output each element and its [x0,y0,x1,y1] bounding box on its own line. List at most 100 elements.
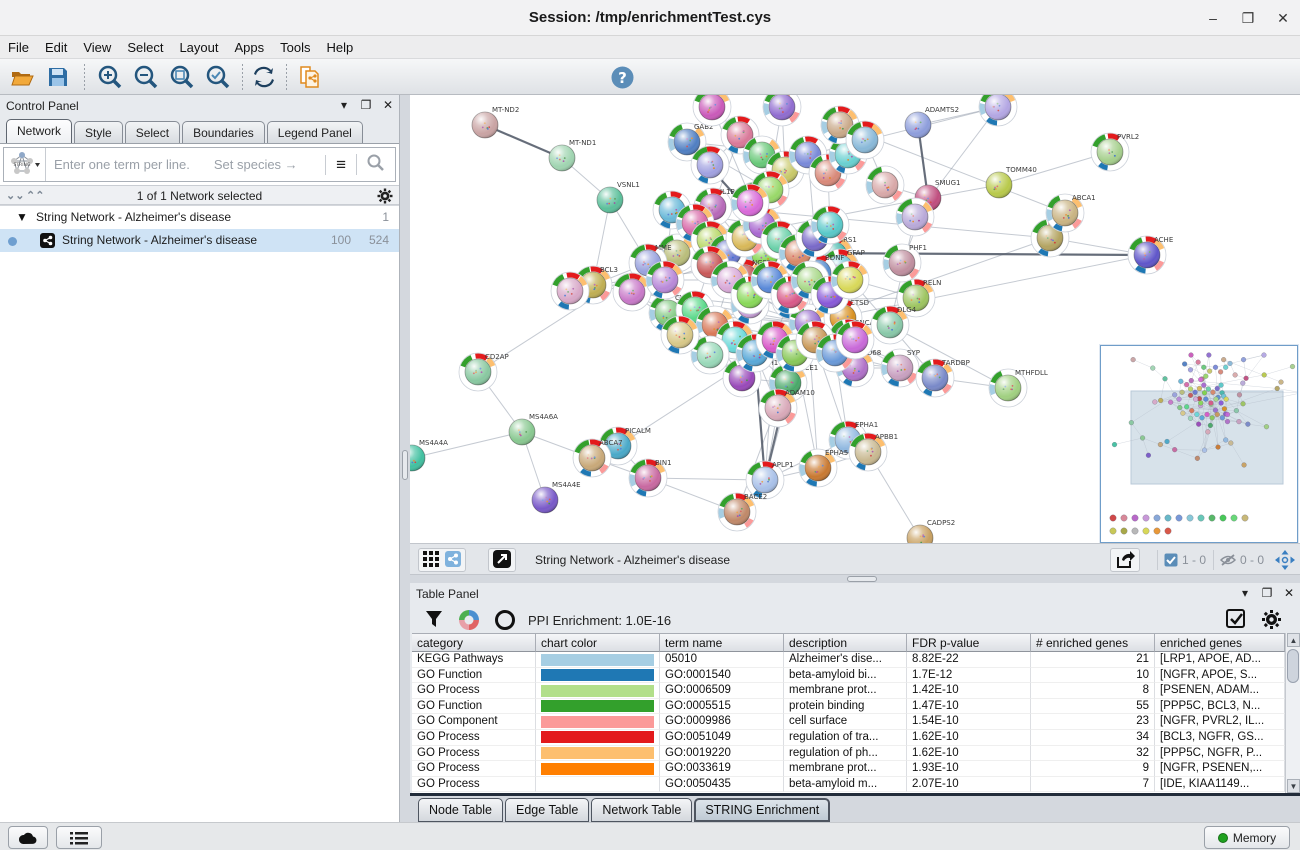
cell-category: GO Process [412,683,536,699]
birds-eye-toggle-icon[interactable] [1274,549,1296,574]
table-panel-close-icon[interactable]: ✕ [1282,586,1296,600]
detach-view-icon[interactable] [493,550,511,571]
scrollbar-thumb[interactable] [1287,649,1299,683]
tab-node-table[interactable]: Node Table [418,798,503,822]
network-canvas[interactable]: MT-ND2MT-ND1VSNL1GAB2ADAMTS2PVRL2TOMM40S… [410,95,1300,543]
tab-boundaries[interactable]: Boundaries [182,121,265,143]
column-header[interactable]: enriched genes [1155,633,1285,652]
zoom-out-icon[interactable] [130,62,162,92]
svg-text:RELN: RELN [923,279,941,287]
panel-close-icon[interactable]: ✕ [381,98,395,112]
panel-menu-icon[interactable]: ▾ [337,98,351,112]
grid-view-icon[interactable] [423,551,439,570]
column-header[interactable]: description [784,633,907,652]
string-search-icon[interactable] [356,154,395,175]
menu-select[interactable]: Select [119,36,171,55]
current-network-dot [8,237,17,246]
table-row[interactable]: GO FunctionGO:0001540beta-amyloid bi...1… [412,668,1285,684]
string-logo-dropdown[interactable]: STRING [4,148,46,181]
scroll-down-arrow[interactable]: ▼ [1287,779,1300,793]
column-header[interactable]: # enriched genes [1031,633,1155,652]
table-scrollbar[interactable]: ▲ ▼ [1285,633,1300,793]
menu-view[interactable]: View [75,36,119,55]
tab-style[interactable]: Style [74,121,123,143]
string-query-placeholder[interactable]: Enter one term per line. [54,157,190,172]
enrichment-table[interactable]: categorychart colorterm namedescriptionF… [412,633,1285,793]
network-selected-status: 1 of 1 Network selected [0,189,399,203]
cloud-button[interactable] [8,826,48,849]
table-settings-gear-icon[interactable] [1261,609,1282,633]
memory-button[interactable]: Memory [1204,826,1290,849]
tab-network-table[interactable]: Network Table [591,798,692,822]
menu-edit[interactable]: Edit [37,36,75,55]
table-row[interactable]: GO ProcessGO:0019220regulation of ph...1… [412,746,1285,762]
table-row[interactable]: GO FunctionGO:0005515protein binding1.47… [412,699,1285,715]
maximize-button[interactable]: ❐ [1235,8,1261,28]
zoom-in-icon[interactable] [94,62,126,92]
table-row[interactable]: KEGG Pathways05010Alzheimer's dise...8.8… [412,652,1285,668]
column-header[interactable]: FDR p-value [907,633,1031,652]
column-header[interactable]: term name [660,633,784,652]
select-rows-checkbox-icon[interactable] [1226,609,1246,632]
save-session-button[interactable] [42,62,74,92]
scroll-up-arrow[interactable]: ▲ [1287,633,1300,647]
table-row[interactable]: GO ComponentGO:0009986cell surface1.54E-… [412,714,1285,730]
tab-edge-table[interactable]: Edge Table [505,798,589,822]
table-panel-menu-icon[interactable]: ▾ [1238,586,1252,600]
chart-color-icon[interactable] [458,609,480,634]
ppi-enrichment-value: PPI Enrichment: 1.0E-16 [528,613,671,628]
table-splitter-grip[interactable] [847,576,877,582]
task-list-button[interactable] [56,826,102,849]
network-navigator[interactable] [1100,345,1298,543]
table-row[interactable]: GO ProcessGO:0051049regulation of tra...… [412,730,1285,746]
menu-help[interactable]: Help [319,36,362,55]
ring-chart-icon[interactable] [494,609,516,634]
export-network-icon[interactable] [1110,548,1140,572]
tab-select[interactable]: Select [125,121,180,143]
cell-genes: [PPP5C, BCL3, N... [1155,699,1285,715]
panel-float-icon[interactable]: ❐ [359,98,373,112]
splitter-grip[interactable] [402,450,408,480]
table-row[interactable]: GO ProcessGO:0033619membrane prot...1.93… [412,761,1285,777]
chart-color-swatch [536,714,660,730]
network-panel-gear-icon[interactable] [377,188,393,207]
table-panel-header: Table Panel ▾ ❐ ✕ [410,583,1300,605]
menu-apps[interactable]: Apps [227,36,273,55]
close-button[interactable]: ✕ [1270,8,1296,28]
menu-layout[interactable]: Layout [171,36,226,55]
table-splitter[interactable] [410,575,1300,583]
open-file-button[interactable] [6,62,38,92]
cell-term: GO:0019220 [660,746,784,762]
collection-row[interactable]: ▼ String Network - Alzheimer's disease 1 [0,206,399,229]
table-row[interactable]: GO ProcessGO:0050435beta-amyloid m...2.0… [412,777,1285,793]
column-header[interactable]: category [412,633,536,652]
refresh-icon[interactable] [248,62,280,92]
help-icon[interactable]: ? [606,62,638,92]
cell-description: cell surface [784,714,907,730]
filter-icon[interactable] [424,609,444,632]
minimize-button[interactable]: – [1200,8,1226,28]
menu-file[interactable]: File [0,36,37,55]
clone-network-icon[interactable] [294,62,326,92]
network-row-selected[interactable]: String Network - Alzheimer's disease 100… [0,229,399,252]
network-view-title: String Network - Alzheimer's disease [535,553,730,567]
set-species-hint[interactable]: Set species → [214,157,298,172]
string-options-icon[interactable]: ≡ [325,155,356,175]
table-panel-float-icon[interactable]: ❐ [1260,586,1274,600]
table-panel-title: Table Panel [416,587,479,601]
tab-legend-panel[interactable]: Legend Panel [267,121,363,143]
cell-description: membrane prot... [784,761,907,777]
table-row[interactable]: GO ProcessGO:0006509membrane prot...1.42… [412,683,1285,699]
svg-text:MT-ND2: MT-ND2 [492,106,519,114]
cell-term: GO:0006509 [660,683,784,699]
cell-category: GO Process [412,761,536,777]
menu-tools[interactable]: Tools [272,36,318,55]
zoom-selected-icon[interactable] [202,62,234,92]
tab-string-enrichment[interactable]: STRING Enrichment [694,798,830,822]
svg-text:TOMM40: TOMM40 [1005,166,1037,174]
zoom-fit-icon[interactable] [166,62,198,92]
panel-splitter[interactable] [400,95,410,822]
tab-network[interactable]: Network [6,119,72,143]
column-header[interactable]: chart color [536,633,660,652]
network-share-icon[interactable] [445,551,461,570]
